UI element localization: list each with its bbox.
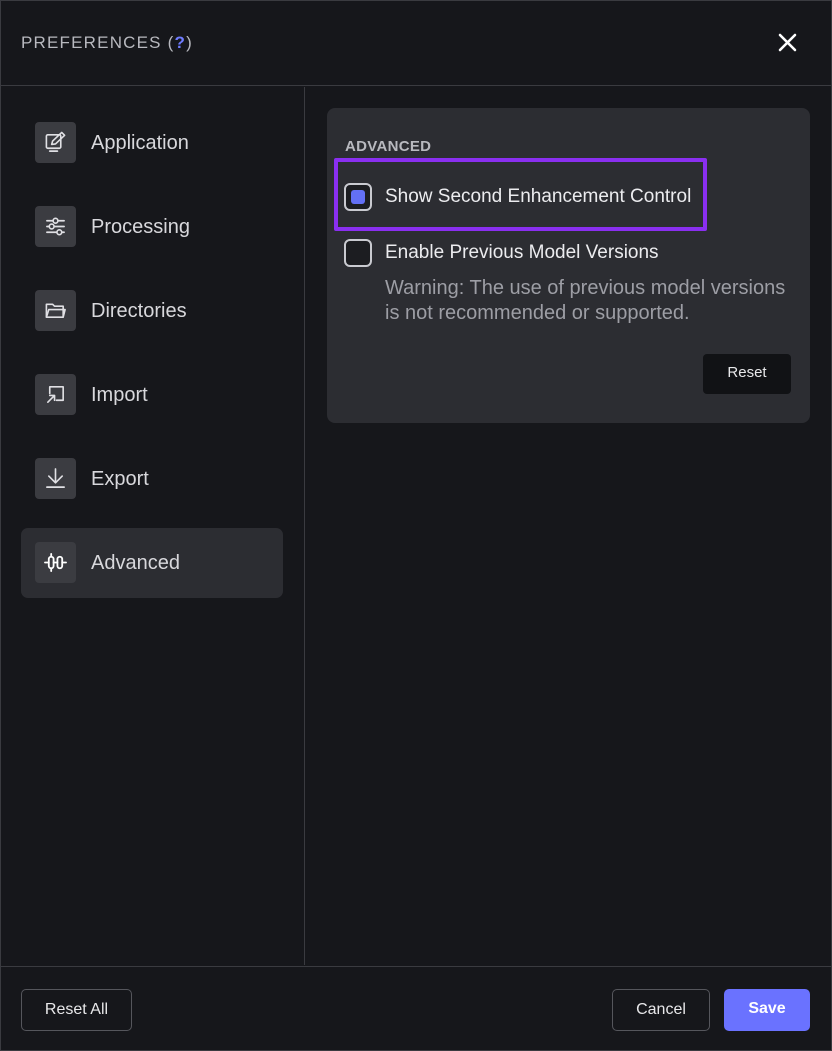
sidebar-item-processing[interactable]: Processing [21, 192, 283, 262]
sidebar-item-export[interactable]: Export [21, 444, 283, 514]
application-edit-icon [35, 122, 76, 163]
checkbox-label: Enable Previous Model Versions [385, 242, 659, 263]
sidebar-item-label: Export [91, 468, 149, 490]
processing-sliders-icon [35, 206, 76, 247]
sidebar-item-directories[interactable]: Directories [21, 276, 283, 346]
dialog-title: PREFERENCES (?) [21, 33, 193, 53]
warning-text: Warning: The use of previous model versi… [385, 277, 786, 324]
enable-previous-models-checkbox[interactable] [344, 239, 372, 267]
sidebar-item-application[interactable]: Application [21, 108, 283, 178]
help-link[interactable]: ? [175, 33, 187, 52]
import-icon [35, 374, 76, 415]
preferences-sidebar: Application Processing Directories Impor… [1, 87, 305, 965]
save-button[interactable]: Save [724, 989, 810, 1031]
sidebar-item-advanced[interactable]: Advanced [21, 528, 283, 598]
dialog-header: PREFERENCES (?) [1, 1, 831, 86]
preferences-dialog: PREFERENCES (?) Application Processing D… [0, 0, 832, 1051]
help-open: ( [161, 33, 175, 52]
dialog-footer: Reset All Cancel Save [1, 966, 831, 1050]
folder-icon [35, 290, 76, 331]
close-button[interactable] [771, 27, 803, 59]
sidebar-item-label: Import [91, 384, 148, 406]
preferences-content: ADVANCED Show Second Enhancement Control… [306, 87, 831, 965]
checkbox-label: Show Second Enhancement Control [385, 186, 692, 207]
panel-title: ADVANCED [345, 138, 432, 155]
show-second-enhancement-checkbox[interactable] [344, 183, 372, 211]
close-icon [778, 33, 797, 52]
sidebar-item-label: Advanced [91, 552, 180, 574]
checkbox-checked-mark [351, 190, 365, 204]
reset-button[interactable]: Reset [703, 354, 791, 394]
advanced-panel: ADVANCED Show Second Enhancement Control… [327, 108, 810, 423]
sidebar-item-label: Processing [91, 216, 190, 238]
advanced-sliders-icon [35, 542, 76, 583]
sidebar-item-import[interactable]: Import [21, 360, 283, 430]
help-close: ) [186, 33, 193, 52]
sidebar-item-label: Application [91, 132, 189, 154]
export-download-icon [35, 458, 76, 499]
sidebar-item-label: Directories [91, 300, 187, 322]
dialog-title-text: PREFERENCES [21, 33, 162, 52]
reset-all-button[interactable]: Reset All [21, 989, 132, 1031]
cancel-button[interactable]: Cancel [612, 989, 710, 1031]
